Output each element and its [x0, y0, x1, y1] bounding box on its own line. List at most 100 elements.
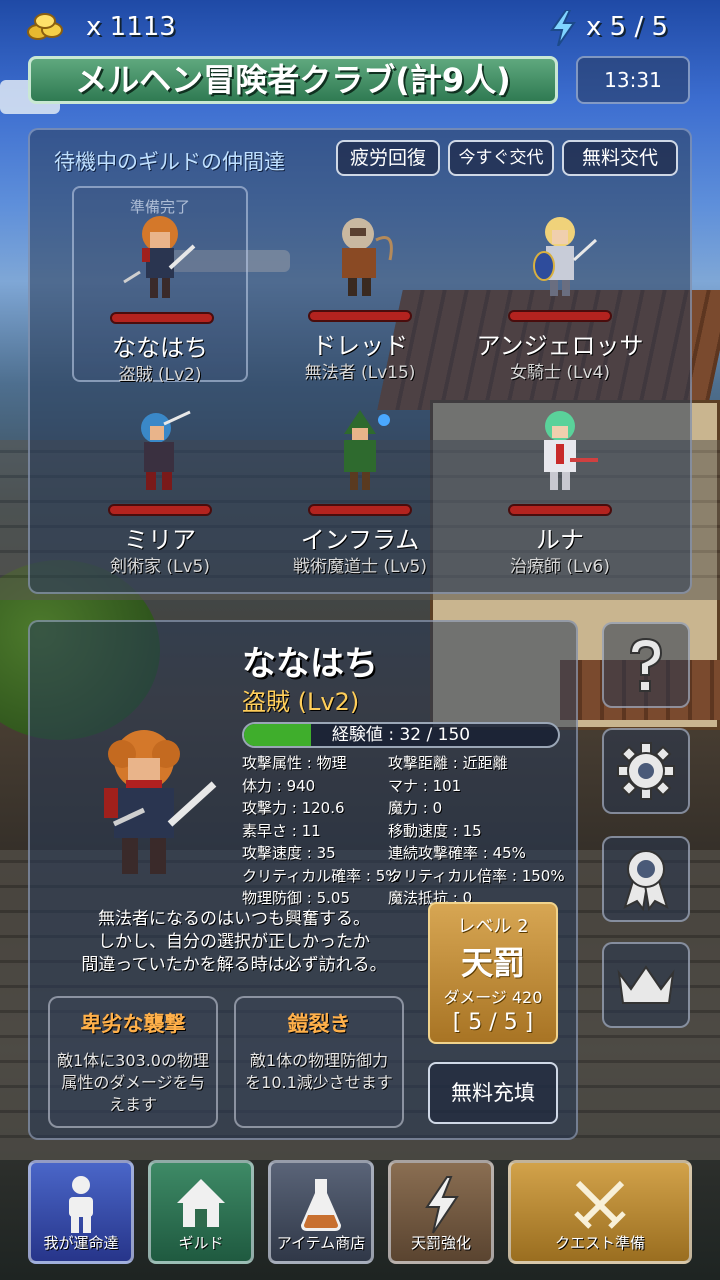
skill-card-armor-break[interactable]: 鎧裂き 敵1体の物理防御力を10.1減少させます: [234, 996, 404, 1128]
clock: 13:31: [576, 56, 690, 104]
fatigue-recovery-button[interactable]: 疲労回復: [336, 140, 440, 176]
free-swap-button[interactable]: 無料交代: [562, 140, 678, 176]
experience-bar: 経験値 : 32 / 150: [242, 722, 560, 748]
member-class: 剣術家 (Lv5): [109, 557, 211, 577]
guild-roster-panel: 待機中のギルドの仲間達 疲労回復 今すぐ交代 無料交代 準備完了 ななはち 盗賊…: [28, 128, 692, 594]
divine-punishment-button[interactable]: レベル 2 天罰 ダメージ 420 [ 5 / 5 ]: [428, 902, 558, 1044]
skill-name: 鎧裂き: [287, 1012, 351, 1036]
flavor-line: しかし、自分の選択が正しかったか: [98, 932, 370, 952]
stat-hp: 体力 : 940: [242, 776, 316, 795]
member-class: 治療師 (Lv6): [509, 557, 611, 577]
stat-row: 攻撃属性 : 物理 攻撃距離 : 近距離: [242, 752, 582, 775]
house-icon: [177, 1179, 225, 1227]
lightning-bolt-icon: [550, 10, 576, 46]
hp-bar: [308, 310, 412, 322]
stat-attack-speed: 攻撃速度 : 35: [242, 844, 336, 862]
member-card-dread[interactable]: ドレッド 無法者 (Lv15): [272, 186, 448, 383]
stat-row: クリティカル確率 : 5% クリティカル倍率 : 150%: [242, 865, 582, 888]
stat-crit-multiplier: クリティカル倍率 : 150%: [388, 866, 565, 885]
settings-button[interactable]: [602, 728, 690, 814]
character-portrait-icon: [104, 730, 217, 874]
nav-label: 天罰強化: [410, 1234, 471, 1252]
hp-bar: [110, 312, 214, 324]
hp-bar: [308, 504, 412, 516]
ranking-button[interactable]: [602, 942, 690, 1028]
stat-row: 体力 : 940 マナ : 101: [242, 775, 582, 798]
stat-attack-type: 攻撃属性 : 物理: [242, 754, 347, 772]
nav-quest-prep[interactable]: クエスト準備: [508, 1160, 692, 1264]
stat-magic: 魔力 : 0: [388, 799, 443, 817]
stat-move-speed: 移動速度 : 15: [388, 821, 482, 840]
nav-punishment-upgrade[interactable]: 天罰強化: [388, 1160, 494, 1264]
experience-text: 経験値 : 32 / 150: [331, 725, 471, 745]
stats-table: 攻撃属性 : 物理 攻撃距離 : 近距離 体力 : 940 マナ : 101 攻撃力…: [242, 752, 582, 910]
achievements-button[interactable]: [602, 836, 690, 922]
member-name: アンジェロッサ: [476, 332, 644, 360]
member-class: 戦術魔道士 (Lv5): [292, 557, 428, 577]
nav-label: ギルド: [178, 1234, 224, 1252]
gold-coins-icon: [27, 13, 63, 40]
member-card-inflam[interactable]: インフラム 戦術魔道士 (Lv5): [272, 380, 448, 577]
punishment-damage: ダメージ 420: [443, 988, 543, 1007]
hp-bar: [108, 504, 212, 516]
member-card-miria[interactable]: ミリア 剣術家 (Lv5): [72, 380, 248, 577]
stat-row: 攻撃力 : 120.6 魔力 : 0: [242, 797, 582, 820]
flavor-line: 間違っていたかを解る時は必ず訪れる。: [81, 955, 387, 975]
member-name: ミリア: [124, 526, 196, 554]
crown-icon: [617, 965, 675, 1004]
skill-name: 卑劣な襲撃: [80, 1012, 186, 1036]
help-button[interactable]: [602, 622, 690, 708]
outlaw-sprite-icon: [342, 218, 393, 296]
skill-card-sneak-attack[interactable]: 卑劣な襲撃 敵1体に303.0の物理属性のダメージを与えます: [48, 996, 218, 1128]
member-name: インフラム: [300, 526, 420, 554]
gold-count: x 1113: [86, 12, 176, 42]
stamina-count: x 5 / 5: [586, 12, 669, 42]
skill-description: 敵1体の物理防御力を10.1減少させます: [245, 1051, 393, 1092]
punishment-level: レベル 2: [457, 916, 529, 937]
nav-label: アイテム商店: [276, 1234, 366, 1252]
stat-row: 素早さ : 11 移動速度 : 15: [242, 820, 582, 843]
thief-sprite-icon: [123, 216, 196, 298]
question-mark-icon: [629, 637, 663, 692]
gear-icon: [617, 742, 675, 800]
member-name: ドレッド: [312, 332, 408, 360]
punishment-title: 天罰: [460, 944, 525, 982]
battle-mage-sprite-icon: [344, 410, 390, 490]
ribbon-medal-icon: [623, 850, 669, 911]
nav-label: 我が運命達: [43, 1234, 119, 1252]
nav-label: クエスト準備: [554, 1234, 645, 1252]
nav-my-fates[interactable]: 我が運命達: [28, 1160, 134, 1264]
stat-attack: 攻撃力 : 120.6: [242, 799, 345, 817]
member-card-luna[interactable]: ルナ 治療師 (Lv6): [472, 380, 648, 577]
club-title[interactable]: メルヘン冒険者クラブ(計9人): [28, 56, 558, 104]
stat-combo-chance: 連続攻撃確率 : 45%: [388, 844, 526, 862]
crossed-swords-icon: [574, 1180, 626, 1229]
flavor-line: 無法者になるのはいつも興奮する。: [98, 909, 370, 929]
lightning-bolt-icon: [425, 1176, 459, 1234]
stat-crit-chance: クリティカル確率 : 5%: [242, 866, 400, 885]
member-name: ルナ: [536, 526, 584, 554]
member-card-nanahachi[interactable]: 準備完了 ななはち 盗賊 (Lv2): [72, 186, 248, 385]
person-icon: [69, 1176, 93, 1233]
potion-flask-icon: [301, 1179, 341, 1231]
member-card-angelossa[interactable]: アンジェロッサ 女騎士 (Lv4): [472, 186, 648, 383]
female-knight-sprite-icon: [533, 217, 598, 296]
member-name: ななはち: [112, 334, 208, 362]
skill-description: 敵1体に303.0の物理属性のダメージを与えます: [57, 1051, 209, 1114]
punishment-charges: [ 5 / 5 ]: [452, 1010, 534, 1035]
stat-agility: 素早さ : 11: [242, 821, 321, 840]
free-refill-button[interactable]: 無料充填: [428, 1062, 558, 1124]
swordsman-sprite-icon: [141, 410, 191, 490]
resource-bar: x 1113 x 5 / 5: [0, 0, 720, 58]
roster-heading: 待機中のギルドの仲間達: [54, 150, 285, 174]
stat-attack-range: 攻撃距離 : 近距離: [388, 754, 508, 772]
healer-sprite-icon: [544, 411, 598, 490]
nav-item-shop[interactable]: アイテム商店: [268, 1160, 374, 1264]
nav-guild[interactable]: ギルド: [148, 1160, 254, 1264]
character-class: 盗賊 (Lv2): [242, 688, 360, 716]
stat-phys-defense: 物理防御 : 5.05: [242, 889, 350, 907]
hp-bar: [508, 504, 612, 516]
swap-now-button[interactable]: 今すぐ交代: [448, 140, 554, 176]
stat-row: 攻撃速度 : 35 連続攻撃確率 : 45%: [242, 842, 582, 865]
stat-mana: マナ : 101: [388, 776, 462, 795]
